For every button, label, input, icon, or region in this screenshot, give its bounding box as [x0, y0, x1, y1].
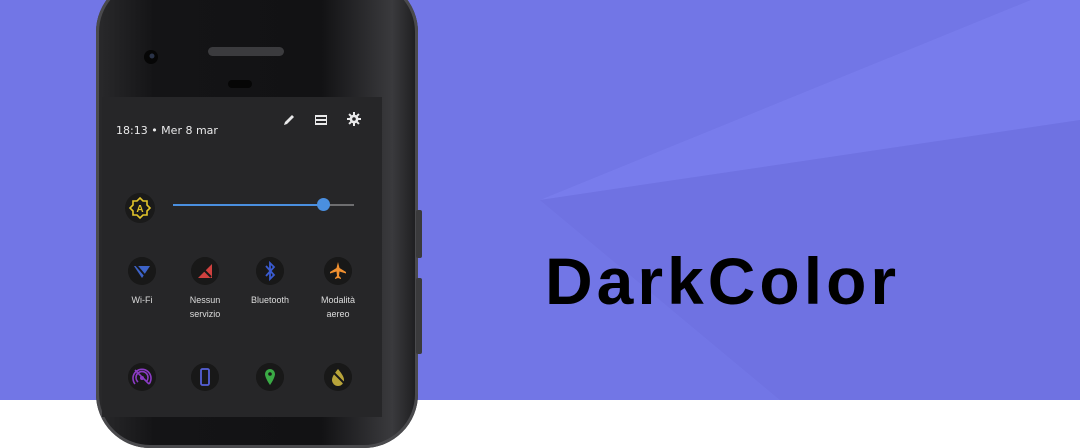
auto-brightness-icon[interactable]: A: [125, 193, 155, 223]
hotspot-icon: [128, 363, 156, 391]
brand-title: DarkColor: [545, 244, 901, 318]
invert-colors-icon: [324, 363, 352, 391]
airplane-icon: [324, 257, 352, 285]
gear-icon[interactable]: [346, 111, 362, 127]
no-signal-icon: [191, 257, 219, 285]
brightness-slider-fill: [173, 204, 324, 206]
pencil-icon[interactable]: [281, 112, 297, 128]
tile-label: Modalità aereo: [320, 295, 356, 319]
phone-sensor: [228, 80, 252, 88]
tile-airplane-mode[interactable]: Modalità aereo: [298, 257, 378, 321]
brightness-slider[interactable]: [173, 198, 354, 211]
wifi-off-icon: [128, 257, 156, 285]
tile-invert-colors[interactable]: [298, 363, 378, 391]
list-icon[interactable]: [313, 112, 329, 128]
location-icon: [256, 363, 284, 391]
earpiece-speaker: [208, 47, 284, 56]
bluetooth-icon: [256, 257, 284, 285]
phone-rotate-icon: [191, 363, 219, 391]
svg-text:A: A: [136, 204, 143, 215]
status-time-date: 18:13 • Mer 8 mar: [116, 124, 218, 137]
